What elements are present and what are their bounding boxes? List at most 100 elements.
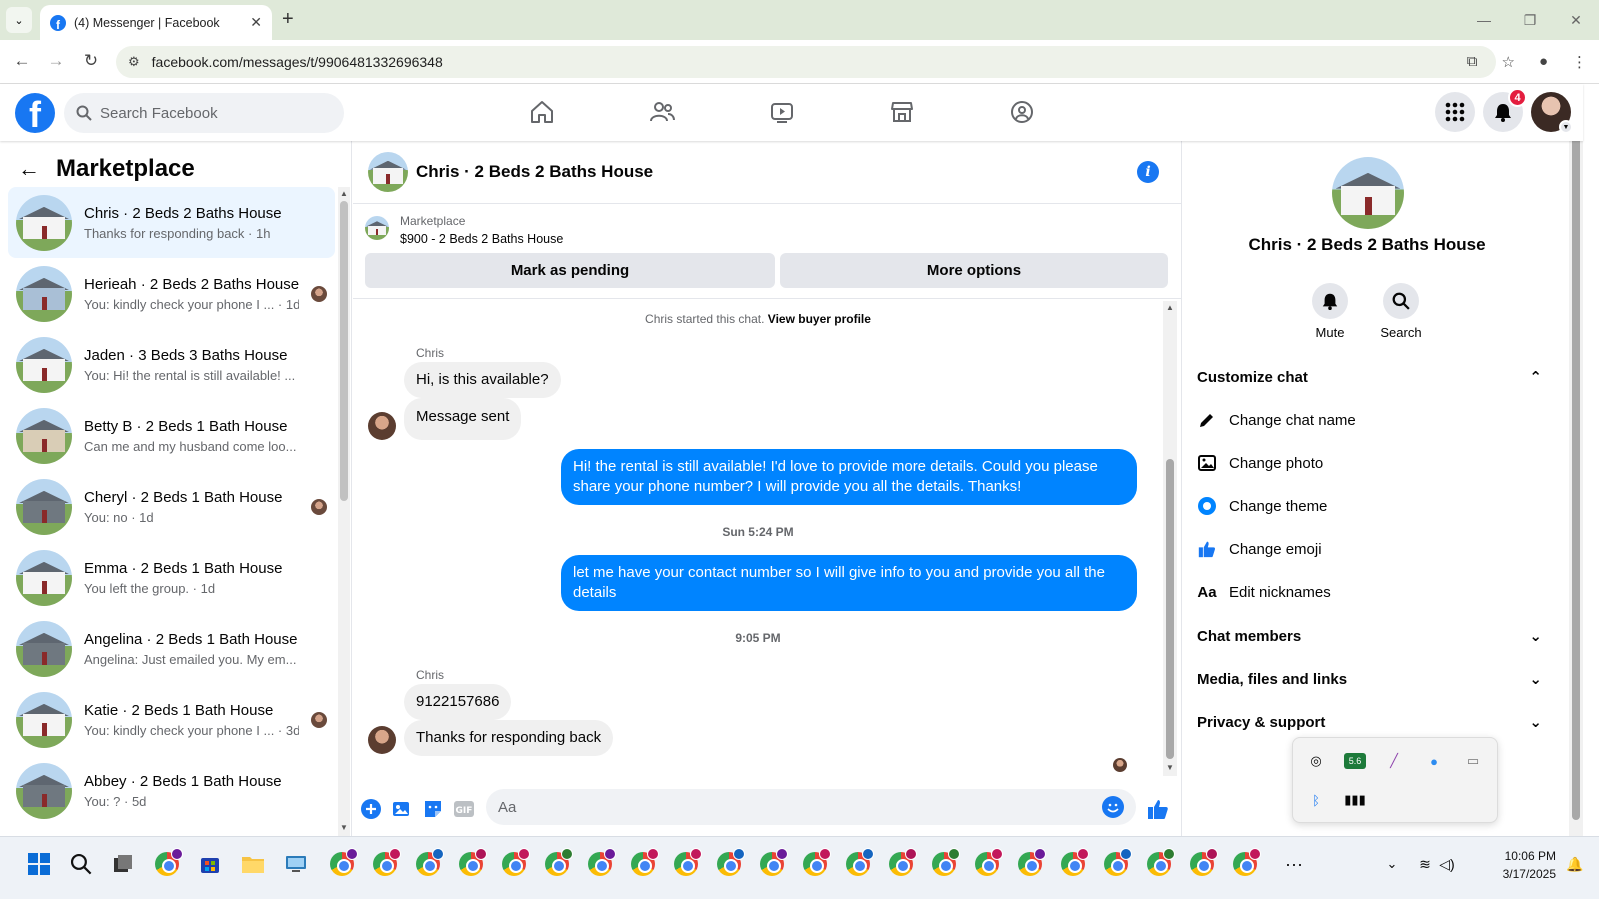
message-input[interactable]: Aa — [486, 789, 1136, 825]
conversation-item[interactable]: Angelina · 2 Beds 1 Bath House Angelina: … — [8, 613, 335, 684]
change-photo-item[interactable]: Change photo — [1197, 443, 1542, 483]
chrome-window-button[interactable] — [542, 848, 573, 879]
sender-avatar[interactable] — [368, 726, 396, 754]
chrome-window-button[interactable] — [1230, 848, 1261, 879]
view-buyer-profile-link[interactable]: View buyer profile — [768, 312, 871, 326]
menu-button[interactable] — [1435, 92, 1475, 132]
conversation-item[interactable]: Cheryl · 2 Beds 1 Bath House You: no · 1d — [8, 471, 335, 542]
audio-meter-icon[interactable]: ▮▮▮ — [1344, 789, 1366, 811]
info-icon[interactable]: i — [1137, 161, 1159, 183]
more-apps-icon[interactable]: ··· — [1279, 849, 1309, 879]
chrome-window-button[interactable] — [1187, 848, 1218, 879]
nav-marketplace[interactable] — [842, 84, 962, 140]
scroll-up-icon[interactable]: ▲ — [1166, 303, 1174, 312]
chrome-window-button[interactable] — [757, 848, 788, 879]
spreadsheet-icon[interactable]: 5.6 — [1344, 753, 1366, 769]
bluetooth-icon[interactable]: ᛒ — [1305, 789, 1327, 811]
chrome-window-button[interactable] — [800, 848, 831, 879]
scroll-up-icon[interactable]: ▲ — [340, 189, 348, 198]
conversation-item[interactable]: Betty B · 2 Beds 1 Bath House Can me and … — [8, 400, 335, 471]
scroll-down-icon[interactable]: ▼ — [340, 823, 348, 832]
chat-thumbnail[interactable] — [368, 152, 408, 192]
chrome-window-button[interactable] — [370, 848, 401, 879]
privacy-support-section[interactable]: Privacy & support ⌄ — [1197, 702, 1542, 742]
restore-button[interactable]: ❐ — [1507, 0, 1553, 40]
chat-scrollbar[interactable]: ▲ ▼ — [1163, 301, 1177, 776]
nav-groups[interactable] — [962, 84, 1082, 140]
chrome-window-button[interactable] — [499, 848, 530, 879]
message-bubble[interactable]: Thanks for responding back — [404, 720, 614, 756]
back-button[interactable]: ← — [11, 51, 33, 71]
notification-bell-icon[interactable]: 🔔 — [1560, 849, 1590, 879]
chrome-window-button[interactable] — [714, 848, 745, 879]
nav-watch[interactable] — [722, 84, 842, 140]
sticker-icon[interactable] — [422, 798, 444, 820]
search-chat-button[interactable]: Search — [1371, 283, 1431, 340]
chrome-window-button[interactable] — [972, 848, 1003, 879]
taskbar-search-button[interactable] — [66, 849, 96, 879]
emoji-icon[interactable] — [1102, 796, 1124, 818]
page-scrollbar[interactable] — [1569, 84, 1583, 836]
chrome-window-button[interactable] — [671, 848, 702, 879]
message-bubble[interactable]: 9122157686 — [404, 684, 512, 720]
clock[interactable]: 10:06 PM 3/17/2025 — [1476, 847, 1556, 883]
more-options-button[interactable]: More options — [780, 253, 1168, 288]
scrollbar-thumb[interactable] — [1572, 100, 1580, 820]
plus-icon[interactable] — [360, 798, 382, 820]
customize-chat-section[interactable]: Customize chat ⌃ — [1197, 357, 1542, 397]
show-hidden-icons-button[interactable]: ⌄ — [1377, 849, 1407, 879]
chrome-window-button[interactable] — [1144, 848, 1175, 879]
facebook-logo[interactable]: f — [15, 93, 55, 133]
profile-icon[interactable]: ● — [1539, 53, 1548, 71]
gif-icon[interactable]: GIF — [453, 798, 475, 820]
teams-button[interactable] — [152, 848, 183, 879]
task-view-button[interactable] — [108, 849, 138, 879]
chrome-window-button[interactable] — [413, 848, 444, 879]
change-chat-name-item[interactable]: Change chat name — [1197, 400, 1542, 440]
listing-title[interactable]: $900 - 2 Beds 2 Baths House — [400, 232, 563, 246]
photo-icon[interactable] — [391, 798, 413, 820]
account-avatar[interactable]: ▼ — [1531, 92, 1573, 134]
chrome-window-button[interactable] — [1015, 848, 1046, 879]
app-button[interactable] — [281, 849, 311, 879]
mute-button[interactable]: Mute — [1300, 283, 1360, 340]
chrome-window-button[interactable] — [843, 848, 874, 879]
back-arrow-icon[interactable]: ← — [18, 156, 40, 182]
browser-menu-icon[interactable]: ⋮ — [1572, 53, 1587, 71]
chrome-window-button[interactable] — [456, 848, 487, 879]
change-theme-item[interactable]: Change theme — [1197, 486, 1542, 526]
chrome-window-button[interactable] — [585, 848, 616, 879]
media-files-section[interactable]: Media, files and links ⌄ — [1197, 659, 1542, 699]
app-icon[interactable]: ● — [1423, 750, 1445, 772]
chrome-window-button[interactable] — [327, 848, 358, 879]
file-explorer-button[interactable] — [238, 849, 268, 879]
chat-title[interactable]: Chris · 2 Beds 2 Baths House — [416, 162, 653, 182]
sidebar-scrollbar[interactable]: ▲ ▼ — [338, 187, 350, 836]
mark-pending-button[interactable]: Mark as pending — [365, 253, 775, 288]
address-bar[interactable]: ⚙ facebook.com/messages/t/99064813326963… — [116, 46, 1496, 78]
nav-friends[interactable] — [602, 84, 722, 140]
install-app-icon[interactable]: ⧉ — [1467, 53, 1478, 71]
chrome-window-button[interactable] — [1101, 848, 1132, 879]
nav-home[interactable] — [482, 84, 602, 140]
sync-icon[interactable]: ◎ — [1305, 750, 1327, 772]
edit-nicknames-item[interactable]: Aa Edit nicknames — [1197, 572, 1542, 612]
close-window-button[interactable]: ✕ — [1553, 0, 1599, 40]
chrome-window-button[interactable] — [886, 848, 917, 879]
conversation-item[interactable]: Katie · 2 Beds 1 Bath House You: kindly c… — [8, 684, 335, 755]
conversation-item[interactable]: Herieah · 2 Beds 2 Baths House You: kindl… — [8, 258, 335, 329]
sender-avatar[interactable] — [368, 412, 396, 440]
chat-photo[interactable] — [1332, 157, 1404, 229]
chrome-window-button[interactable] — [628, 848, 659, 879]
reload-button[interactable]: ↻ — [80, 51, 102, 71]
store-button[interactable] — [195, 849, 225, 879]
change-emoji-item[interactable]: Change emoji — [1197, 529, 1542, 569]
site-info-icon[interactable]: ⚙ — [128, 54, 140, 70]
message-bubble[interactable]: Hi! the rental is still available! I'd l… — [561, 449, 1137, 505]
volume-icon[interactable]: ◁) — [1432, 849, 1462, 879]
thumbs-up-icon[interactable] — [1147, 798, 1169, 820]
conversation-item[interactable]: Chris · 2 Beds 2 Baths House Thanks for r… — [8, 187, 335, 258]
start-button[interactable] — [24, 849, 54, 879]
minimize-button[interactable]: — — [1461, 0, 1507, 40]
bookmark-star-icon[interactable]: ☆ — [1501, 53, 1514, 71]
